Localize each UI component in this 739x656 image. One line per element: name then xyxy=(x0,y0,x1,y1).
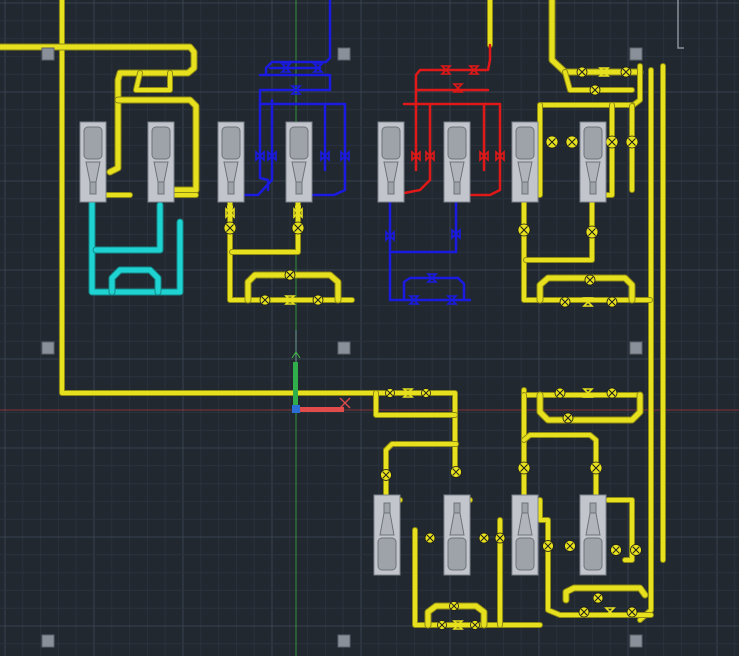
pipe-node xyxy=(227,204,233,210)
pipe-outline xyxy=(92,201,164,254)
equipment-outlet xyxy=(387,181,395,195)
grip-handle[interactable] xyxy=(41,47,55,61)
equipment-outlet xyxy=(521,502,529,514)
ucs-x-marker xyxy=(339,397,351,409)
equipment-outlet xyxy=(453,181,461,195)
equipment-outlet xyxy=(89,181,97,195)
pipe-run xyxy=(93,202,163,253)
pipe-run xyxy=(522,433,598,502)
equipment-vessel xyxy=(289,126,309,160)
equipment-unit xyxy=(579,494,607,576)
equipment-unit xyxy=(373,494,401,576)
equipment-vessel xyxy=(515,126,535,160)
ucs-origin xyxy=(292,405,300,413)
pipe-run xyxy=(524,198,594,262)
pipe-run xyxy=(414,43,492,87)
pipe-outline xyxy=(548,0,644,76)
equipment-outlet xyxy=(157,181,165,195)
grip-handle[interactable] xyxy=(629,47,643,61)
pipe-outline xyxy=(521,432,599,503)
pipe-outline xyxy=(523,197,595,263)
grip-handle[interactable] xyxy=(337,634,351,648)
pipe-run xyxy=(563,585,648,603)
equipment-vessel xyxy=(583,126,603,160)
equipment-vessel xyxy=(381,126,401,160)
piping-layout xyxy=(0,0,666,630)
grip-handle[interactable] xyxy=(41,634,55,648)
equipment-outlet xyxy=(453,502,461,514)
pipe-run xyxy=(549,0,643,75)
equipment-vessel xyxy=(83,126,103,160)
pipe-run xyxy=(89,197,183,295)
ucs-y-arm xyxy=(293,362,298,410)
equipment-vessel xyxy=(515,537,535,571)
equipment-outlet xyxy=(521,181,529,195)
equipment-unit xyxy=(79,121,107,203)
equipment-unit xyxy=(147,121,175,203)
grip-handle[interactable] xyxy=(629,341,643,355)
equipment-unit xyxy=(511,494,539,576)
pipe-run xyxy=(388,198,472,302)
pipe-run xyxy=(230,198,300,254)
equipment-outlet xyxy=(227,181,235,195)
grip-handle[interactable] xyxy=(337,47,351,61)
equipment-vessel xyxy=(583,537,603,571)
equipment-outlet xyxy=(589,502,597,514)
pipe-run xyxy=(537,392,643,423)
pipe-node xyxy=(295,204,301,210)
equipment-outlet xyxy=(589,181,597,195)
grip-handle[interactable] xyxy=(41,341,55,355)
equipment-unit xyxy=(217,121,245,203)
grip-handle[interactable] xyxy=(337,341,351,355)
equipment-unit xyxy=(443,121,471,203)
equipment-unit xyxy=(511,121,539,203)
equipment-outlet xyxy=(295,181,303,195)
equipment-unit xyxy=(285,121,313,203)
pipe-run xyxy=(390,198,458,254)
equipment-unit xyxy=(377,121,405,203)
pipe-outline xyxy=(88,196,184,296)
equipment-vessel xyxy=(447,126,467,160)
equipment-vessel xyxy=(221,126,241,160)
equipment-vessel xyxy=(151,126,171,160)
pipe-outline xyxy=(536,391,644,424)
pipe-outline xyxy=(229,197,301,255)
equipment-vessel xyxy=(447,537,467,571)
equipment-unit xyxy=(579,121,607,203)
equipment-vessel xyxy=(377,537,397,571)
grip-handle[interactable] xyxy=(629,634,643,648)
cad-drawing-area[interactable] xyxy=(0,0,739,656)
ucs-x-arm xyxy=(296,407,344,412)
equipment-unit xyxy=(443,494,471,576)
equipment-outlet xyxy=(383,502,391,514)
